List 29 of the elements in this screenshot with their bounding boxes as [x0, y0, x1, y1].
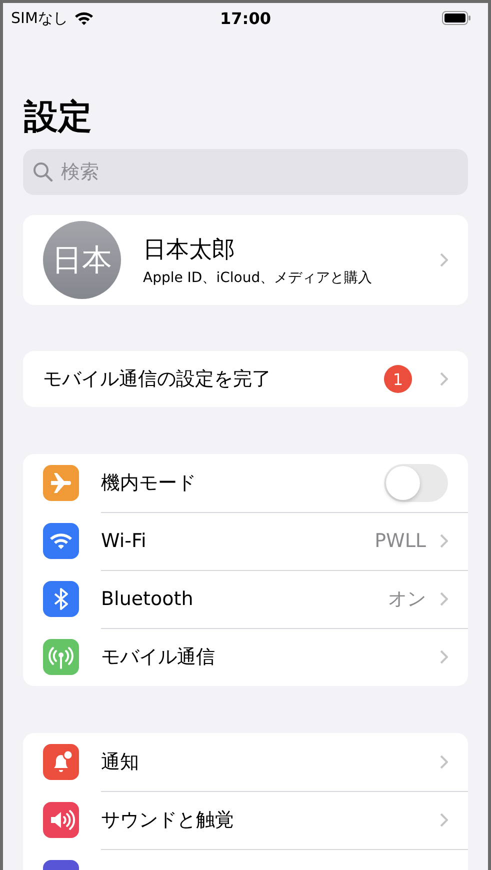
row-label: モバイル通信	[101, 645, 215, 670]
chevron-icon	[440, 253, 448, 267]
page-title: 設定	[24, 96, 93, 139]
notification-badge: 1	[384, 365, 412, 393]
row-label: 通知	[101, 750, 139, 774]
avatar: 日本	[43, 221, 121, 299]
battery-icon	[442, 11, 471, 25]
setup-row[interactable]: モバイル通信の設定を完了 1	[23, 351, 468, 407]
row-label: Wi-Fi	[101, 530, 146, 552]
row-label: モバイル通信の設定を完了	[43, 367, 272, 392]
row-value: PWLL	[374, 530, 426, 552]
chevron-icon	[440, 372, 448, 386]
wifi-signal-icon	[74, 11, 94, 25]
row-value: オン	[388, 586, 426, 612]
row-label: サウンドと触覚	[101, 808, 234, 832]
row-label: 機内モード	[101, 470, 196, 496]
chevron-icon	[440, 534, 448, 548]
row-label: Bluetooth	[101, 588, 194, 610]
clock-time: 17:00	[220, 8, 271, 28]
search-field[interactable]: 検索	[23, 149, 468, 195]
carrier-label: SIMなし	[11, 8, 68, 28]
profile-name: 日本太郎	[143, 236, 236, 264]
profile-row[interactable]: 日本 日本太郎 Apple ID、iCloud、メディアと購入	[23, 215, 468, 305]
chevron-icon	[440, 754, 448, 768]
chevron-icon	[440, 592, 448, 606]
profile-subtitle: Apple ID、iCloud、メディアと購入	[143, 268, 374, 286]
chevron-icon	[440, 650, 448, 664]
toggle-switch[interactable]	[384, 464, 448, 502]
chevron-icon	[440, 812, 448, 826]
